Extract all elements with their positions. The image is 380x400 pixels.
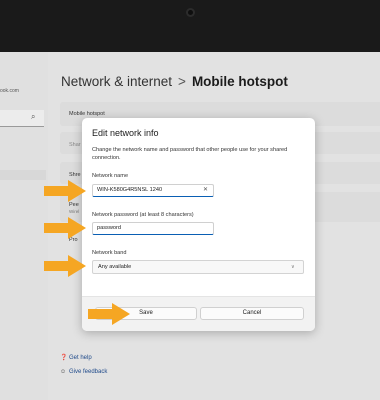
network-name-label: Network name [92, 173, 129, 179]
breadcrumb-separator: > [178, 74, 186, 89]
give-feedback-link[interactable]: ☺ Give feedback [60, 369, 107, 375]
edit-network-info-dialog: Edit network info Change the network nam… [82, 118, 315, 331]
clear-icon[interactable]: ✕ [203, 186, 208, 193]
navigation-pane [0, 52, 48, 400]
feedback-icon: ☺ [60, 369, 67, 375]
callout-arrow-network-band [44, 255, 86, 277]
callout-arrow-password [44, 217, 86, 239]
search-icon[interactable]: ⌕ [31, 112, 35, 122]
get-help-label: Get help [69, 355, 92, 361]
network-name-value: WIN-K580G4R5NSL 1240 [97, 187, 163, 193]
dialog-description: Change the network name and password tha… [92, 147, 288, 161]
network-password-input[interactable]: password [92, 222, 214, 235]
network-name-input[interactable]: WIN-K580G4R5NSL 1240 [92, 184, 214, 197]
nav-item-network[interactable] [0, 170, 46, 180]
breadcrumb-parent[interactable]: Network & internet [61, 74, 172, 89]
network-password-label: Network password (at least 8 characters) [92, 212, 194, 218]
dialog-title: Edit network info [92, 128, 159, 138]
settings-search-input[interactable] [0, 110, 44, 127]
callout-arrow-save [88, 303, 130, 325]
callout-arrow-network-name [44, 180, 86, 202]
cancel-button[interactable]: Cancel [200, 307, 304, 320]
breadcrumb: Network & internet > Mobile hotspot [61, 74, 288, 89]
network-password-value: password [97, 225, 121, 231]
camera-icon [186, 8, 195, 17]
properties-label: Pee [69, 202, 79, 208]
chevron-down-icon[interactable]: ∨ [291, 264, 295, 270]
network-band-select[interactable]: Any available [92, 260, 304, 274]
page-title: Mobile hotspot [191, 74, 288, 89]
give-feedback-label: Give feedback [69, 369, 108, 375]
share-label: Shar [69, 142, 81, 148]
network-band-value: Any available [98, 264, 132, 270]
get-help-link[interactable]: ❓ Get help [60, 354, 92, 361]
device-bezel [0, 0, 380, 52]
mobile-hotspot-label: Mobile hotspot [69, 111, 105, 117]
properties-sublabel: Wirel [69, 209, 80, 214]
share-from-label: Shre [69, 172, 81, 178]
account-email: ook.com [0, 88, 19, 94]
help-icon: ❓ [60, 355, 68, 361]
network-band-label: Network band [92, 250, 127, 256]
